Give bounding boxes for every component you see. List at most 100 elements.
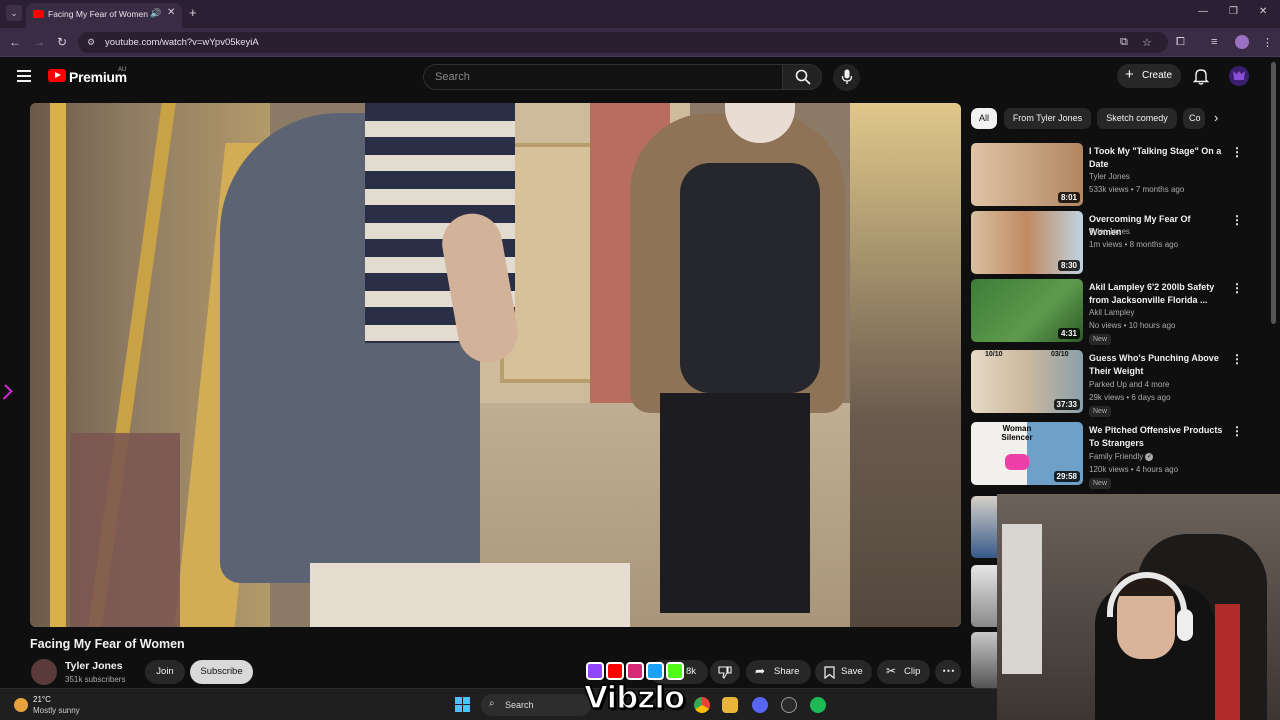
related-channel[interactable]: Tyler Jones bbox=[1089, 172, 1130, 181]
more-vertical-icon[interactable]: ⋮ bbox=[1231, 281, 1243, 295]
subscribe-button[interactable]: Subscribe bbox=[190, 660, 253, 684]
more-vertical-icon[interactable]: ⋮ bbox=[1231, 424, 1243, 438]
related-channel[interactable]: Family Friendly ✓ bbox=[1089, 452, 1154, 461]
search-button[interactable] bbox=[782, 64, 822, 90]
discord-icon[interactable] bbox=[752, 697, 768, 713]
related-title[interactable]: I Took My "Talking Stage" On a Date bbox=[1089, 145, 1225, 171]
browser-tab-strip: ⌄ Facing My Fear of Women 🔊 ✕ + — ❐ ✕ bbox=[0, 0, 1280, 28]
channel-name[interactable]: Tyler Jones bbox=[65, 660, 123, 672]
reload-icon[interactable]: ↻ bbox=[57, 35, 67, 49]
more-actions-button[interactable]: ⋯ bbox=[935, 660, 961, 684]
steam-icon[interactable] bbox=[781, 697, 797, 713]
chevron-right-icon[interactable]: › bbox=[1214, 110, 1218, 125]
social-icons-overlay bbox=[586, 662, 696, 682]
more-vertical-icon[interactable]: ⋮ bbox=[1231, 145, 1243, 159]
more-horizontal-icon: ⋯ bbox=[942, 663, 955, 678]
clip-button[interactable]: ✂ Clip bbox=[877, 660, 930, 684]
related-channel[interactable]: Parked Up and 4 more bbox=[1089, 380, 1170, 389]
spotify-icon[interactable] bbox=[810, 697, 826, 713]
address-toolbar: ← → ↻ ⚙ youtube.com/watch?v=wYpv05keyiA … bbox=[0, 28, 1280, 57]
video-thumbnail[interactable]: 8:30 bbox=[971, 211, 1083, 274]
tab-search-menu-icon[interactable]: ⌄ bbox=[6, 5, 22, 21]
create-button[interactable]: + Create bbox=[1117, 64, 1181, 88]
more-vertical-icon[interactable]: ⋮ bbox=[1231, 352, 1243, 366]
browser-menu-icon[interactable]: ⋮ bbox=[1262, 36, 1273, 49]
chip-partial[interactable]: Co bbox=[1183, 108, 1205, 129]
list-item[interactable]: Woman Silencer 29:58 We Pitched Offensiv… bbox=[971, 422, 1251, 489]
notifications-bell-icon[interactable] bbox=[1193, 67, 1209, 85]
chip-sketch-comedy[interactable]: Sketch comedy bbox=[1097, 108, 1177, 129]
save-button[interactable]: Save bbox=[815, 660, 872, 684]
join-button[interactable]: Join bbox=[145, 660, 185, 684]
media-control-icon[interactable]: ≡ bbox=[1211, 36, 1217, 48]
account-avatar[interactable] bbox=[1229, 66, 1249, 86]
file-explorer-icon[interactable] bbox=[722, 697, 738, 713]
video-thumbnail[interactable]: 10/10 03/10 37:33 bbox=[971, 350, 1083, 413]
hamburger-menu-icon[interactable] bbox=[17, 70, 31, 85]
related-meta: 533k views • 7 months ago bbox=[1089, 185, 1185, 194]
address-bar[interactable]: ⚙ youtube.com/watch?v=wYpv05keyiA ⧉ ☆ bbox=[78, 32, 1168, 53]
extensions-icon[interactable]: ⧠ bbox=[1176, 36, 1185, 49]
voice-search-button[interactable] bbox=[833, 64, 860, 91]
video-player[interactable] bbox=[30, 103, 961, 627]
related-title[interactable]: We Pitched Offensive Products To Strange… bbox=[1089, 424, 1225, 450]
thumbnail-caption: Woman Silencer bbox=[1001, 424, 1033, 442]
close-window-icon[interactable]: ✕ bbox=[1259, 6, 1267, 17]
site-info-icon[interactable]: ⚙ bbox=[87, 37, 95, 48]
region-code: AU bbox=[118, 67, 127, 73]
new-badge: New bbox=[1089, 334, 1112, 345]
youtube-logo-icon[interactable] bbox=[48, 69, 66, 82]
list-item[interactable]: 10/10 03/10 37:33 Guess Who's Punching A… bbox=[971, 350, 1251, 417]
new-tab-icon[interactable]: + bbox=[189, 5, 197, 20]
list-item[interactable]: 4:31 Akil Lampley 6'2 200lb Safety from … bbox=[971, 279, 1251, 345]
close-tab-icon[interactable]: ✕ bbox=[167, 7, 175, 18]
browser-profile-avatar[interactable] bbox=[1235, 35, 1249, 49]
chip-from-tyler-jones[interactable]: From Tyler Jones bbox=[1004, 108, 1091, 129]
channel-avatar[interactable] bbox=[31, 659, 57, 685]
related-channel[interactable]: Akil Lampley bbox=[1089, 308, 1134, 317]
cast-icon[interactable]: ⧉ bbox=[1120, 36, 1128, 49]
windows-start-icon[interactable] bbox=[455, 697, 471, 713]
video-thumbnail[interactable] bbox=[971, 632, 997, 688]
new-badge: New bbox=[1089, 478, 1112, 489]
temperature[interactable]: 21°C bbox=[33, 695, 51, 704]
forward-icon[interactable]: → bbox=[33, 35, 45, 49]
create-label: Create bbox=[1142, 70, 1173, 81]
speaker-icon[interactable]: 🔊 bbox=[150, 8, 161, 19]
search-input[interactable]: Search bbox=[423, 64, 783, 90]
subscriber-count: 351k subscribers bbox=[65, 675, 126, 684]
thumbnail-score-left: 10/10 bbox=[985, 351, 1003, 358]
related-title[interactable]: Akil Lampley 6'2 200lb Safety from Jacks… bbox=[1089, 281, 1225, 307]
bookmark-star-icon[interactable]: ☆ bbox=[1142, 36, 1152, 49]
related-title[interactable]: Guess Who's Punching Above Their Weight bbox=[1089, 352, 1225, 378]
back-icon[interactable]: ← bbox=[9, 35, 21, 49]
video-thumbnail[interactable]: Woman Silencer 29:58 bbox=[971, 422, 1083, 485]
new-badge: New bbox=[1089, 406, 1112, 417]
browser-tab[interactable]: Facing My Fear of Women 🔊 ✕ bbox=[26, 3, 182, 28]
plus-icon: + bbox=[1125, 66, 1134, 83]
video-thumbnail[interactable] bbox=[971, 565, 997, 627]
video-thumbnail[interactable]: 8:01 bbox=[971, 143, 1083, 206]
maximize-icon[interactable]: ❐ bbox=[1229, 6, 1238, 17]
duration-badge: 37:33 bbox=[1053, 399, 1080, 410]
search-placeholder: Search bbox=[435, 71, 470, 83]
dislike-button[interactable] bbox=[710, 660, 740, 684]
minimize-icon[interactable]: — bbox=[1198, 6, 1208, 17]
scissors-icon: ✂ bbox=[886, 664, 897, 678]
chip-all[interactable]: All bbox=[971, 108, 997, 129]
page-scrollbar[interactable] bbox=[1271, 62, 1276, 324]
list-item[interactable]: 8:01 I Took My "Talking Stage" On a Date… bbox=[971, 143, 1251, 207]
duration-badge: 29:58 bbox=[1053, 471, 1080, 482]
taskbar-search[interactable]: ⌕ Search bbox=[481, 694, 591, 716]
video-thumbnail[interactable]: 4:31 bbox=[971, 279, 1083, 342]
weather-condition[interactable]: Mostly sunny bbox=[33, 706, 80, 715]
video-thumbnail[interactable] bbox=[971, 496, 997, 558]
list-item[interactable]: 8:30 Overcoming My Fear Of Women Tyler J… bbox=[971, 211, 1251, 275]
share-button[interactable]: ➦ Share bbox=[746, 660, 811, 684]
weather-sun-icon[interactable] bbox=[14, 698, 28, 712]
related-meta: 1m views • 8 months ago bbox=[1089, 240, 1179, 249]
related-channel[interactable]: Tyler Jones bbox=[1089, 227, 1130, 236]
streamer-brand-text: Vibzlo bbox=[583, 679, 686, 717]
more-vertical-icon[interactable]: ⋮ bbox=[1231, 213, 1243, 227]
chrome-icon[interactable] bbox=[694, 697, 710, 713]
